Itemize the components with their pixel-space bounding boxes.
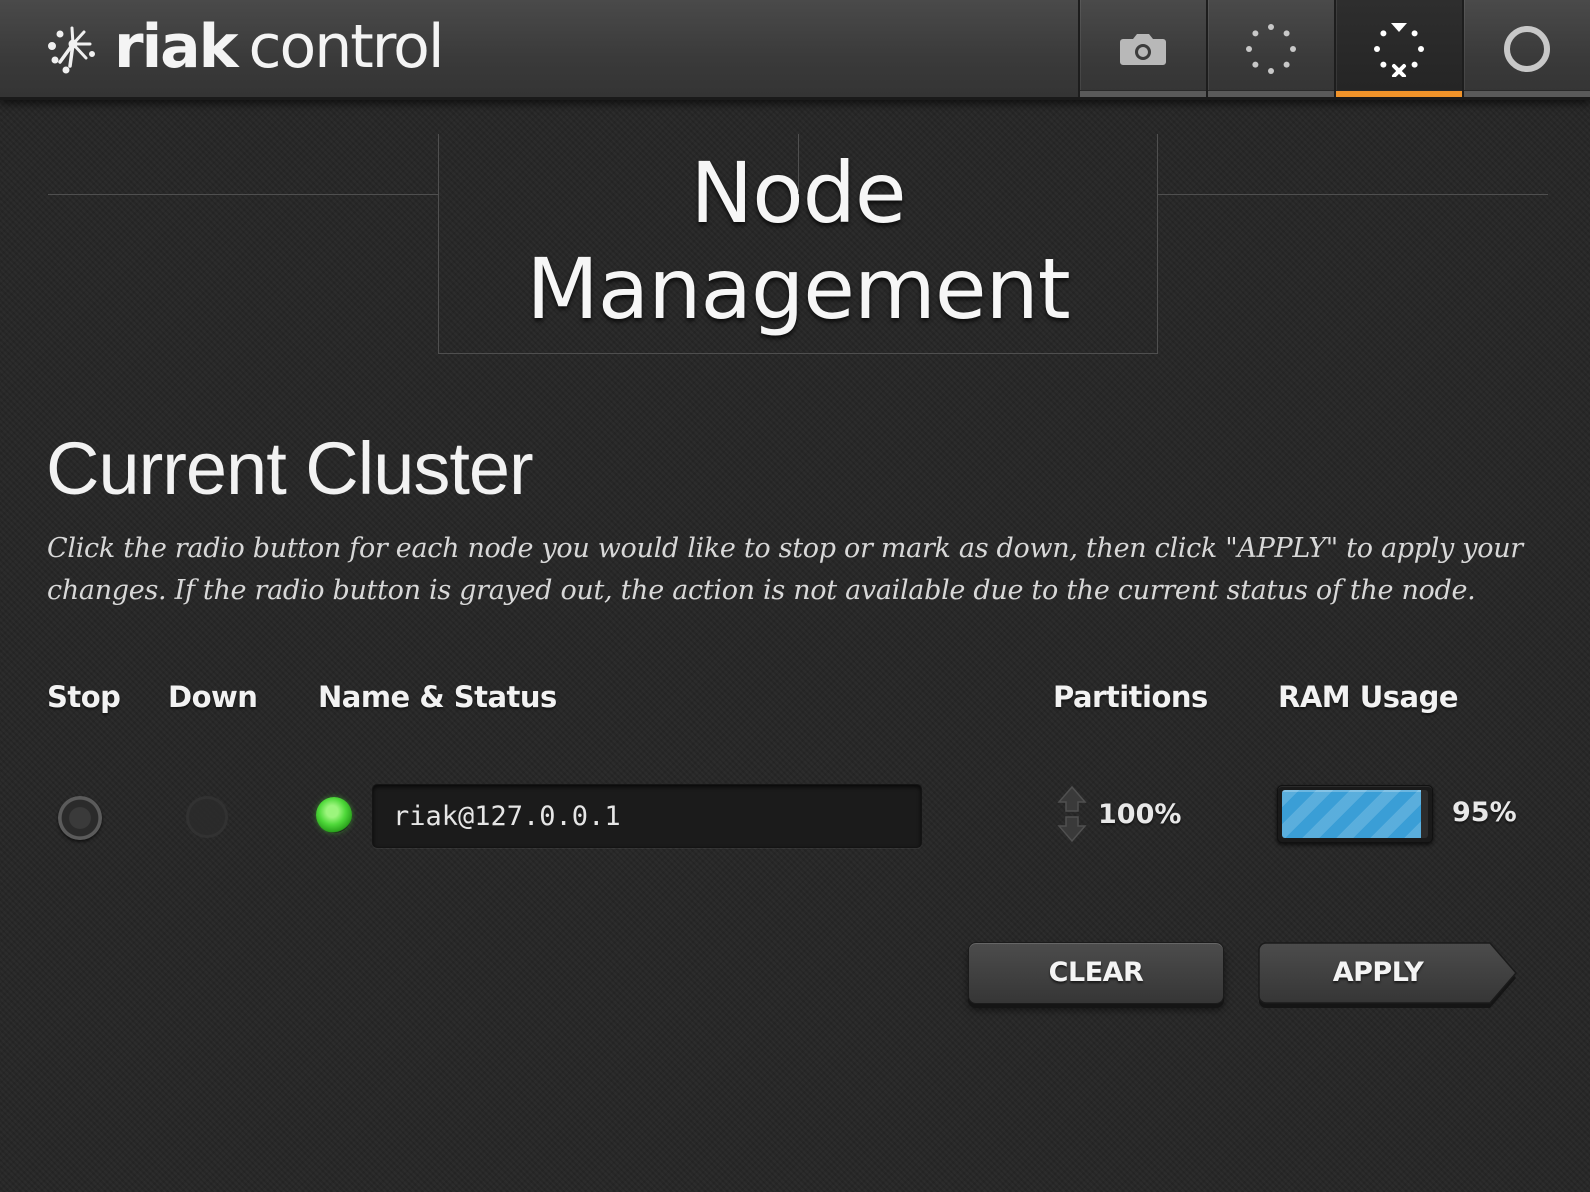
instructions-text: Click the radio button for each node you…: [47, 533, 1523, 606]
title-rule-right: [1158, 194, 1548, 195]
down-radio-disabled: [186, 796, 228, 838]
ram-usage-fill: [1282, 790, 1421, 838]
nav-ring[interactable]: [1462, 0, 1590, 97]
ram-usage-bar: [1277, 785, 1433, 843]
top-bar: riak control: [0, 0, 1590, 100]
brand-name: riak: [114, 12, 239, 82]
section-heading: Current Cluster: [46, 427, 534, 510]
page-title-frame: Node Management: [438, 134, 1158, 354]
clear-button[interactable]: CLEAR: [968, 942, 1224, 1004]
nav-node-management[interactable]: [1334, 0, 1462, 97]
camera-icon: [1120, 33, 1166, 65]
column-header-stop: Stop: [47, 680, 121, 714]
main-nav: [1078, 0, 1590, 97]
ring-circle-icon: [1504, 25, 1550, 72]
apply-button[interactable]: APPLY: [1258, 942, 1520, 1008]
column-header-name-status: Name & Status: [318, 680, 557, 714]
partitions-value: 100%: [1098, 798, 1182, 830]
riak-control-logo[interactable]: riak control: [46, 12, 445, 82]
node-name: riak@127.0.0.1: [372, 784, 922, 848]
apply-button-label: APPLY: [1332, 957, 1424, 988]
page-title-line-2: Management: [526, 239, 1070, 338]
up-down-arrows-icon: [1057, 785, 1087, 843]
ram-usage-value: 95%: [1452, 797, 1517, 828]
clear-button-label: CLEAR: [1048, 957, 1144, 988]
title-rule-left: [48, 194, 438, 195]
logo-text: riak control: [114, 17, 445, 77]
node-status-indicator: [316, 797, 352, 833]
column-header-partitions: Partitions: [1053, 680, 1208, 714]
riak-logo-icon: [48, 26, 95, 74]
page-title: Node Management: [526, 143, 1070, 338]
column-header-ram-usage: RAM Usage: [1278, 680, 1459, 714]
ram-usage-track: [1282, 790, 1428, 838]
nav-snapshot[interactable]: [1078, 0, 1206, 97]
stop-radio[interactable]: [58, 796, 102, 840]
node-management-icon: [1374, 22, 1424, 77]
product-name: control: [248, 12, 445, 82]
nav-cluster[interactable]: [1206, 0, 1334, 97]
ring-dotted-icon: [1246, 23, 1296, 74]
column-header-down: Down: [168, 680, 258, 714]
page-title-line-1: Node: [690, 143, 906, 242]
partitions-cell: 100%: [1054, 784, 1181, 844]
